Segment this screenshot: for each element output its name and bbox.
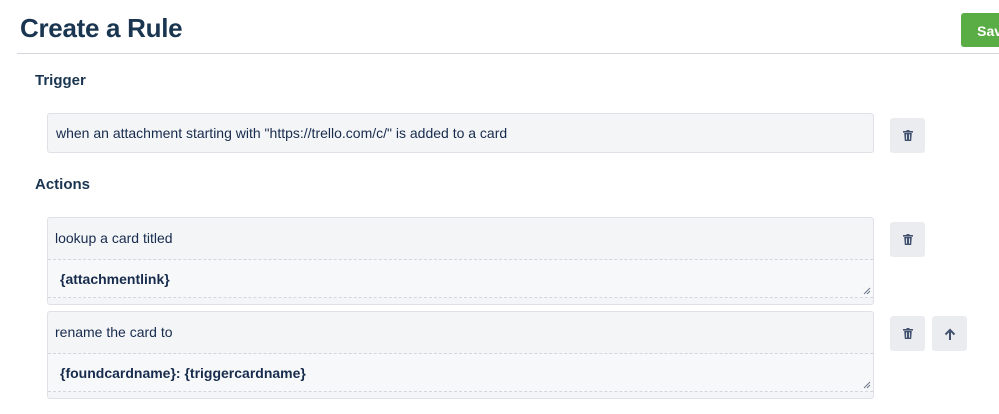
trash-icon (902, 328, 913, 339)
delete-action-button[interactable] (890, 222, 925, 257)
trash-icon (902, 130, 913, 141)
header-divider (17, 53, 999, 54)
action-text: rename the card to (55, 324, 173, 340)
resize-grip-icon[interactable] (863, 287, 871, 295)
action-box-lookup: lookup a card titled {attachmentlink} (47, 217, 874, 305)
save-button[interactable]: Save (961, 13, 999, 47)
trash-icon (902, 234, 913, 245)
action-text: lookup a card titled (55, 230, 173, 246)
delete-trigger-button[interactable] (890, 118, 925, 153)
action-field-input[interactable]: {foundcardname}: {triggercardname} (48, 354, 873, 392)
action-box-rename: rename the card to {foundcardname}: {tri… (47, 311, 874, 399)
trigger-heading: Trigger (35, 72, 86, 89)
delete-action-button[interactable] (890, 316, 925, 351)
action-field-input[interactable]: {attachmentlink} (48, 260, 873, 298)
actions-heading: Actions (35, 176, 91, 193)
resize-grip-icon[interactable] (863, 381, 871, 389)
page-title: Create a Rule (20, 13, 183, 43)
trigger-box[interactable]: when an attachment starting with "https:… (47, 113, 874, 153)
arrow-up-icon (944, 328, 955, 340)
move-action-up-button[interactable] (932, 316, 967, 351)
